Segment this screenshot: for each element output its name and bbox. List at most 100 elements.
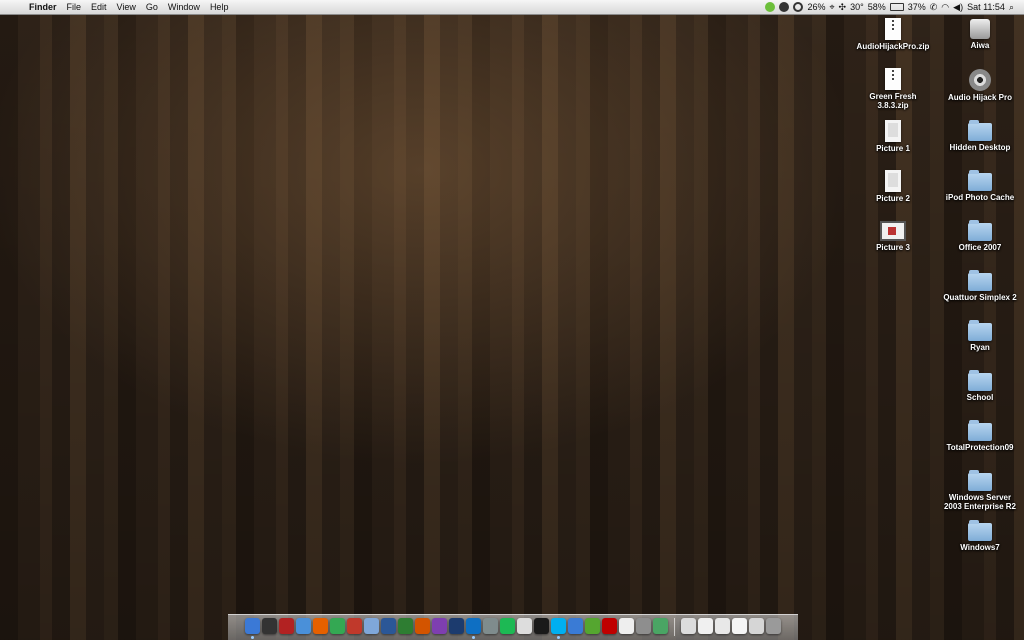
dock-onenote-icon[interactable] [432,618,447,634]
dock-filezilla-icon[interactable] [602,618,617,634]
folder-icon [968,520,992,541]
dock-safari-icon[interactable] [296,618,311,634]
volume-icon[interactable]: ◀) [953,0,963,14]
desktop-icon-label: iPod Photo Cache [945,193,1015,202]
dock-vlc-icon[interactable] [517,618,532,634]
desktop-icon-quattuor-simplex-2[interactable]: Quattuor Simplex 2 [940,270,1020,302]
desktop-icon-ipod-photo-cache[interactable]: iPod Photo Cache [940,170,1020,202]
dock-dashboard-icon[interactable] [262,618,277,634]
spotlight-search-icon[interactable]: ⌕ [1009,0,1014,14]
desktop-icon-label: Green Fresh 3.8.3.zip [869,92,917,110]
dock-terminal-icon[interactable] [534,618,549,634]
dock-powerpoint-icon[interactable] [415,618,430,634]
dock-textedit-icon[interactable] [619,618,634,634]
desktop-icon-label: AudioHijackPro.zip [856,42,930,51]
dock-separator [674,618,675,636]
menu-edit[interactable]: Edit [86,0,112,14]
desktop-icon-hidden-desktop[interactable]: Hidden Desktop [940,120,1020,152]
dock-word-icon[interactable] [381,618,396,634]
dock-xcode-icon[interactable] [568,618,583,634]
desktop-icon-label: School [966,393,994,402]
menu-bar: Finder File Edit View Go Window Help 26%… [0,0,1024,15]
dock-trash-icon[interactable] [766,618,781,634]
dock-itunes-icon[interactable] [347,618,362,634]
wifi-icon[interactable]: ◠ [941,0,949,14]
desktop-icon-totalprotection09[interactable]: TotalProtection09 [940,420,1020,452]
desktop-icon-label: Picture 2 [876,194,910,203]
desktop-icon-school[interactable]: School [940,370,1020,402]
desktop-icon-label: Windows Server 2003 Enterprise R2 [943,493,1017,511]
desktop-icon-office-2007[interactable]: Office 2007 [940,220,1020,252]
dock-skype-icon[interactable] [551,618,566,639]
desktop-icon-audiohijackpro-zip[interactable]: AudioHijackPro.zip [853,18,933,51]
menu-file[interactable]: File [62,0,87,14]
desktop-icon-label: Quattuor Simplex 2 [943,293,1017,302]
growl-status-icon[interactable] [765,2,776,12]
menu-window[interactable]: Window [163,0,205,14]
dock-system-preferences-icon[interactable] [483,618,498,634]
desktop-icon-label: Audio Hijack Pro [947,93,1012,102]
temperature-readout[interactable]: 30° [850,0,864,14]
dock-spotify-icon[interactable] [500,618,515,634]
dock-applications-stack-icon[interactable] [681,618,696,634]
folder-icon [968,170,992,191]
picture-file-icon [880,221,906,241]
dock-finder-icon[interactable] [245,618,260,639]
zip-file-icon [885,68,901,90]
desktop-icon-audio-hijack-pro[interactable]: Audio Hijack Pro [940,69,1020,102]
dock-photoshop-icon[interactable] [449,618,464,634]
dock-excel-icon[interactable] [398,618,413,634]
dock-teamviewer-icon[interactable] [466,618,481,639]
menu-go[interactable]: Go [141,0,163,14]
picture-file-icon [885,120,901,142]
status-area: 26% ⌖ ✣ 30° 58% 37% ✆ ◠ ◀) Sat 11:54 ⌕ [765,0,1024,14]
desktop-icon-label: Picture 1 [876,144,910,153]
zip-file-icon [885,18,901,40]
fan-speed-readout[interactable]: 58% [868,0,886,14]
dock-pictures-stack-icon[interactable] [732,618,747,634]
folder-icon [968,120,992,141]
dock-activity-monitor-icon[interactable] [585,618,600,634]
desktop-icon-picture-2[interactable]: Picture 2 [853,170,933,203]
dock-chrome-icon[interactable] [330,618,345,634]
desktop-icon-ryan[interactable]: Ryan [940,320,1020,352]
battery-icon[interactable] [889,3,904,11]
dock-downloads-stack-icon[interactable] [715,618,730,634]
dock-address-book-icon[interactable] [279,618,294,634]
dock-preview-icon[interactable] [364,618,379,634]
dock-firefox-icon[interactable] [313,618,328,634]
folder-icon [968,270,992,291]
desktop-icon-label: Office 2007 [958,243,1002,252]
desktop-icon-label: Picture 3 [876,243,910,252]
battery-percent[interactable]: 37% [908,0,926,14]
menu-finder[interactable]: Finder [24,0,62,14]
dock-automator-icon[interactable] [636,618,651,634]
dock-documents-stack-icon[interactable] [698,618,713,634]
folder-icon [968,420,992,441]
dock-utorrent-icon[interactable] [653,618,668,634]
dock-mail-stack-icon[interactable] [749,618,764,634]
dock [228,614,798,640]
desktop-icon-windows-server-2003[interactable]: Windows Server 2003 Enterprise R2 [940,470,1020,511]
ring-status-icon[interactable] [793,2,804,12]
menu-view[interactable]: View [112,0,141,14]
clock[interactable]: Sat 11:54 [967,0,1005,14]
desktop-icon-aiwa[interactable]: Aiwa [940,19,1020,50]
desktop-icon-picture-3[interactable]: Picture 3 [853,221,933,252]
hard-disk-icon [970,19,990,39]
folder-icon [968,470,992,491]
binoculars-icon[interactable]: ⌖ [829,0,834,14]
desktop-icon-label: Hidden Desktop [949,143,1011,152]
desktop-icon-windows7[interactable]: Windows7 [940,520,1020,552]
radiation-status-icon[interactable] [779,2,790,12]
menu-help[interactable]: Help [205,0,234,14]
desktop-icon-label: Ryan [970,343,990,352]
fan-icon[interactable]: ✣ [839,0,847,14]
desktop-icon-label: Windows7 [960,543,1000,552]
desktop-icon-picture-1[interactable]: Picture 1 [853,120,933,153]
cpu-usage[interactable]: 26% [807,0,825,14]
phone-icon[interactable]: ✆ [930,0,938,14]
folder-icon [968,370,992,391]
desktop-icon-green-fresh-zip[interactable]: Green Fresh 3.8.3.zip [853,68,933,110]
folder-icon [968,220,992,241]
